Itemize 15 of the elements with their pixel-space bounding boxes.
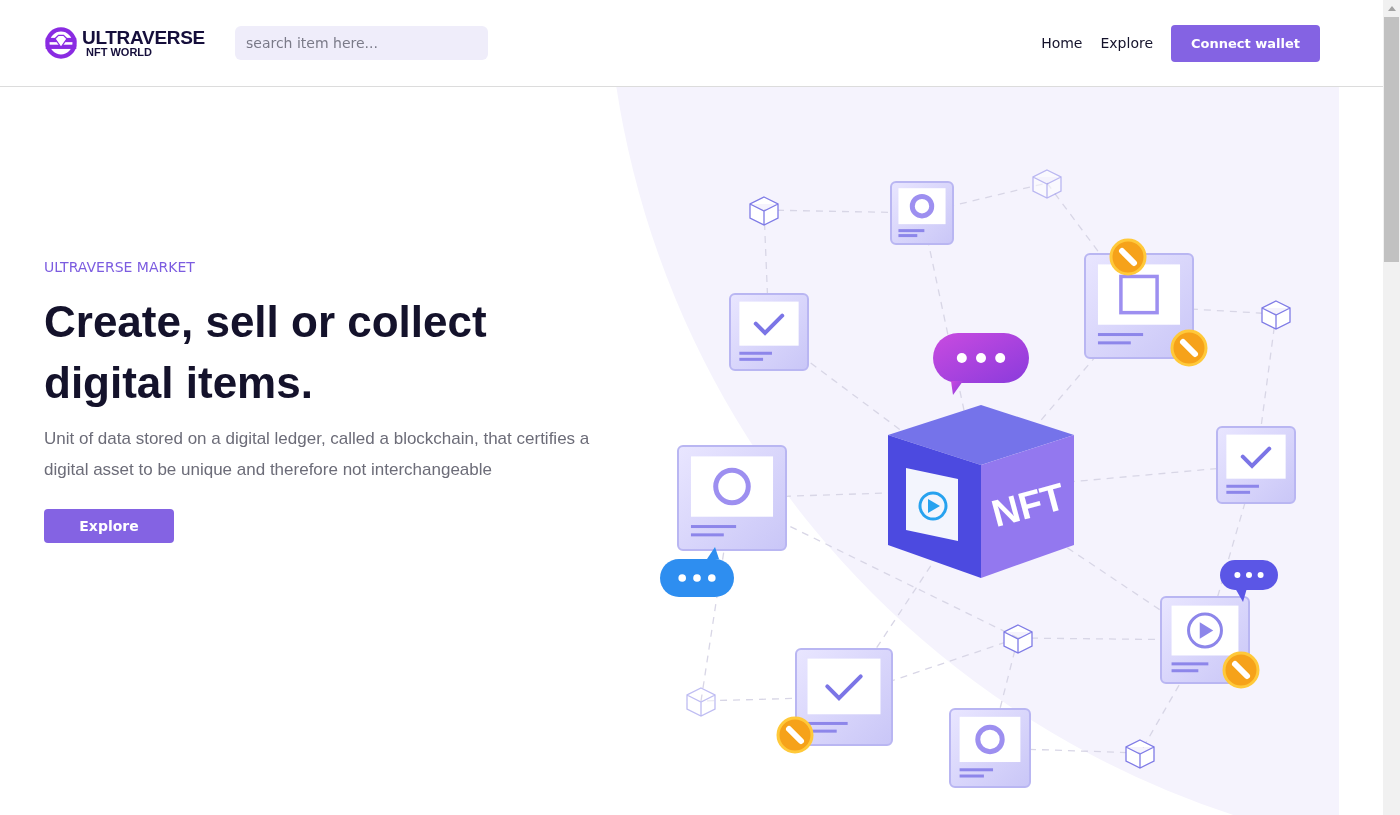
nav-link[interactable]: Home	[1041, 35, 1083, 51]
scrollbar-thumb[interactable]	[1384, 17, 1399, 262]
scrollbar[interactable]	[1383, 0, 1400, 815]
explore-button[interactable]: Explore	[44, 509, 174, 543]
search-field[interactable]: search item here...	[234, 26, 488, 60]
gem-logo-icon	[44, 26, 78, 60]
hero-heading: Create, sell or collect digital items.	[44, 296, 488, 409]
connect-wallet-button[interactable]: Connect wallet	[1171, 24, 1320, 62]
logo-title: ULTRAVERSE	[82, 28, 205, 47]
scroll-up-icon[interactable]	[1387, 6, 1396, 11]
hero-description: Unit of data stored on a digital ledger, called a blockchain, that certifies a digital asset to be unique and therefore not interchangeable	[44, 428, 591, 481]
eyebrow-label: ULTRAVERSE MARKET	[44, 259, 196, 275]
nav-link[interactable]: Explore	[1100, 35, 1153, 51]
logo-subtitle: NFT WORLD	[86, 47, 153, 58]
cube-label: NFT	[987, 475, 1070, 535]
